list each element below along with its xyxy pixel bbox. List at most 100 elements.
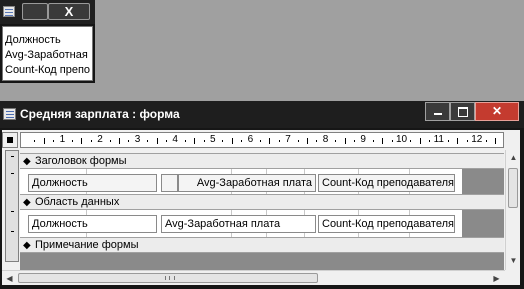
ruler-tick [90,140,92,142]
ruler-number: 2 [97,134,103,145]
field-list-item[interactable]: Count-Код препо [3,63,92,78]
vertical-ruler[interactable] [5,150,19,262]
ruler-tick [260,140,261,142]
ruler-tick [166,140,167,142]
field-list-item[interactable]: Должность [3,33,92,48]
close-icon: ✕ [491,104,503,118]
ruler-tick [410,140,412,142]
ruler-tick [316,140,318,142]
ruler-tick [231,138,233,144]
ruler-number: 4 [172,134,178,145]
header-label-count-teacher[interactable]: Count-Код преподавателя [318,174,455,192]
field-list-titlebar[interactable]: X [0,0,95,24]
close-button[interactable]: X [48,3,90,20]
horizontal-ruler[interactable]: 1 2 3 4 5 6 7 8 9 10 11 12 [20,132,504,148]
scroll-down-icon[interactable]: ▼ [507,254,520,267]
ruler-tick [297,140,299,142]
table-icon [3,6,15,17]
ruler-tick [466,140,468,142]
ruler-number: 12 [471,134,483,145]
form-selector[interactable] [2,132,18,148]
section-bar-detail[interactable]: ◆ Область данных [20,194,504,210]
field-list-window[interactable]: X Должность Avg-Заработная Count-Код пре… [0,0,95,83]
grip-icon [165,276,175,280]
ruler-tick [457,138,459,144]
section-bar-form-header[interactable]: ◆ Заголовок формы [20,153,504,169]
ruler-tick [203,140,205,142]
ruler-tick [419,138,421,144]
ruler-number: 7 [285,134,291,145]
ruler-tick [222,140,224,142]
ruler-tick [269,138,271,144]
ruler-tick [156,138,158,144]
ruler-tick [147,140,149,142]
textbox-count-teacher[interactable]: Count-Код преподавателя [318,215,455,233]
ruler-number: 5 [210,134,216,145]
ruler-tick [34,140,36,142]
minimize-button[interactable] [22,3,48,20]
ruler-number: 3 [134,134,141,145]
ruler-tick [354,140,355,142]
vertical-scroll-thumb[interactable] [508,168,518,208]
minimize-button[interactable] [425,102,450,121]
ruler-tick [184,140,186,142]
ruler-tick [128,140,130,142]
ruler-tick [429,140,431,142]
field-list-item[interactable]: Avg-Заработная [3,48,92,63]
ruler-tick [43,138,45,144]
selector-square-icon [7,137,13,143]
ruler-mark [11,231,14,232]
ruler-tick [382,138,384,144]
header-label-avg-salary[interactable]: Avg-Заработная плата [178,174,316,192]
textbox-position[interactable]: Должность [28,215,157,233]
header-label-position[interactable]: Должность [28,174,157,192]
ruler-tick [194,138,196,144]
section-label: Область данных [35,196,120,208]
maximize-icon [457,107,468,117]
size-grip[interactable] [505,270,520,285]
horizontal-scroll-thumb[interactable] [18,273,318,283]
ruler-mark [11,173,14,174]
ruler-tick [72,140,73,142]
form-header-outside [462,169,504,194]
close-button[interactable]: ✕ [475,102,519,121]
ruler-number: 11 [433,134,444,145]
ruler-mark [11,156,14,157]
ruler-tick [391,140,393,142]
section-bar-form-footer[interactable]: ◆ Примечание формы [20,237,504,253]
ruler-number: 6 [247,134,254,145]
header-label-spacer[interactable] [161,174,178,192]
minimize-icon [433,113,442,115]
ruler-tick [81,138,83,144]
vertical-scrollbar[interactable]: ▲ ▼ [505,150,520,270]
scroll-up-icon[interactable]: ▲ [507,151,520,164]
scroll-right-icon[interactable]: ▶ [490,272,503,285]
ruler-tick [344,138,346,144]
section-label: Заголовок формы [35,155,127,167]
textbox-avg-salary[interactable]: Avg-Заработная плата [161,215,316,233]
section-label: Примечание формы [35,239,139,251]
form-icon [3,108,16,120]
field-list: Должность Avg-Заработная Count-Код препо [2,26,93,81]
ruler-tick [278,140,280,142]
window-title: Средняя зарплата : форма [20,107,180,121]
ruler-tick [241,140,243,142]
form-footer-area[interactable] [20,253,504,270]
ruler-number: 8 [322,134,329,145]
ruler-number: 1 [59,134,66,145]
detail-outside [462,210,504,238]
section-arrow-icon: ◆ [23,240,31,251]
ruler-tick [495,138,496,144]
section-arrow-icon: ◆ [23,197,31,208]
section-arrow-icon: ◆ [23,156,31,167]
ruler-number: 10 [396,134,408,145]
ruler-tick [109,140,111,142]
maximize-button[interactable] [450,102,475,121]
horizontal-scrollbar[interactable]: ◀ ▶ [2,270,505,285]
form-window-titlebar[interactable]: Средняя зарплата : форма ✕ [0,101,524,128]
ruler-tick [119,138,120,144]
form-design-window: Средняя зарплата : форма ✕ 1 2 3 4 5 6 7 8 9 10 11… [0,101,524,289]
ruler-tick [372,140,374,142]
scroll-left-icon[interactable]: ◀ [3,272,16,285]
ruler-tick [307,138,308,144]
